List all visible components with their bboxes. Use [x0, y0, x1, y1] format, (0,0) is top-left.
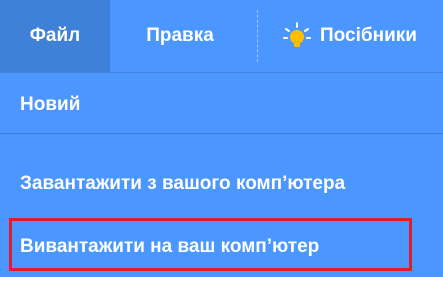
menu-separator: [0, 133, 443, 134]
menu-item-new-label: Новий: [20, 94, 81, 115]
menu-bar: Файл Правка Посібники: [0, 0, 443, 72]
menu-edit[interactable]: Правка: [110, 0, 250, 72]
menu-divider: [257, 10, 258, 62]
menu-item-load-from-computer[interactable]: Завантажити з вашого комп’ютера: [0, 152, 443, 216]
menu-item-new[interactable]: Новий: [0, 77, 443, 133]
lightbulb-icon: [282, 21, 312, 51]
file-dropdown-menu: Новий Завантажити з вашого комп’ютера Ви…: [0, 72, 443, 277]
menu-item-save-label: Вивантажити на ваш комп’ютер: [20, 236, 320, 257]
menu-tutorials[interactable]: Посібники: [282, 0, 443, 72]
menu-edit-label: Правка: [146, 25, 214, 46]
menu-item-save-to-computer[interactable]: Вивантажити на ваш комп’ютер: [0, 216, 443, 278]
menu-file[interactable]: Файл: [0, 0, 110, 72]
menu-file-label: Файл: [29, 25, 81, 46]
menu-tutorials-label: Посібники: [320, 25, 417, 46]
menu-item-load-label: Завантажити з вашого комп’ютера: [20, 173, 346, 194]
